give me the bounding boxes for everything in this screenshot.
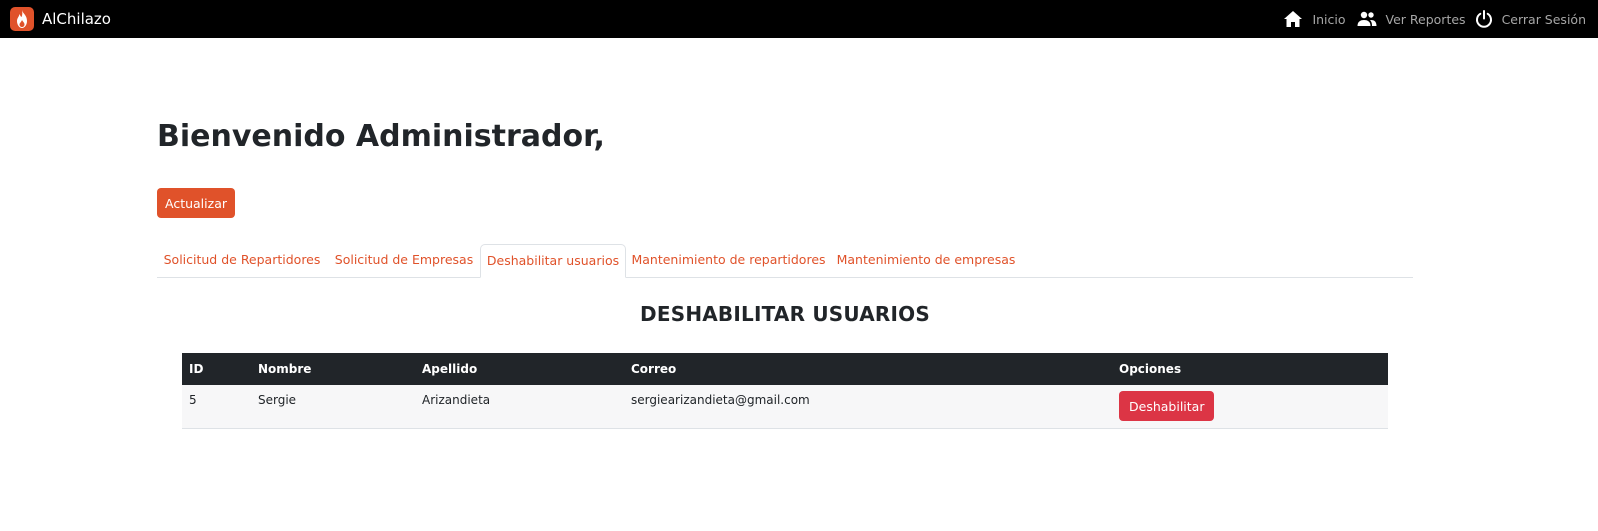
nav-item-ver-reportes[interactable]: Ver Reportes	[1357, 11, 1466, 27]
nav-label-ver-reportes: Ver Reportes	[1385, 11, 1466, 27]
column-header-correo: Correo	[624, 353, 1112, 385]
cell-correo: sergiearizandieta@gmail.com	[624, 385, 1112, 429]
cell-opciones: Deshabilitar	[1112, 385, 1388, 429]
nav-links: Inicio Ver Reportes Cerrar Sesión	[1274, 0, 1586, 38]
section-title: DESHABILITAR USUARIOS	[640, 302, 930, 326]
cell-id: 5	[182, 385, 251, 429]
disable-user-button[interactable]: Deshabilitar	[1119, 391, 1215, 421]
top-navbar: AlChilazo Inicio Ver Reportes Cerrar Ses…	[0, 0, 1598, 38]
nav-item-cerrar-sesion[interactable]: Cerrar Sesión	[1475, 10, 1586, 28]
nav-item-inicio[interactable]: Inicio	[1283, 10, 1346, 28]
power-icon	[1475, 10, 1493, 28]
column-header-nombre: Nombre	[251, 353, 415, 385]
admin-tabs: Solicitud de Repartidores Solicitud de E…	[157, 244, 1413, 278]
tab-mantenimiento-repartidores[interactable]: Mantenimiento de repartidores	[626, 244, 831, 278]
brand-name: AlChilazo	[42, 10, 111, 28]
tab-solicitud-empresas[interactable]: Solicitud de Empresas	[328, 244, 480, 278]
table-row: 5 Sergie Arizandieta sergiearizandieta@g…	[182, 385, 1388, 429]
nav-label-cerrar-sesion: Cerrar Sesión	[1501, 11, 1586, 27]
brand[interactable]: AlChilazo	[10, 4, 111, 34]
home-icon	[1283, 10, 1303, 28]
column-header-opciones: Opciones	[1112, 353, 1388, 385]
nav-label-inicio: Inicio	[1312, 11, 1346, 27]
column-header-apellido: Apellido	[415, 353, 624, 385]
tab-solicitud-repartidores[interactable]: Solicitud de Repartidores	[157, 244, 327, 278]
tab-deshabilitar-usuarios[interactable]: Deshabilitar usuarios	[480, 244, 626, 278]
refresh-button[interactable]: Actualizar	[157, 188, 235, 218]
cell-apellido: Arizandieta	[415, 385, 624, 429]
cell-nombre: Sergie	[251, 385, 415, 429]
people-icon	[1357, 11, 1377, 27]
column-header-id: ID	[182, 353, 251, 385]
flame-logo-icon	[10, 7, 34, 31]
users-table: ID Nombre Apellido Correo Opciones 5 Ser…	[182, 353, 1388, 429]
tab-mantenimiento-empresas[interactable]: Mantenimiento de empresas	[831, 244, 1021, 278]
page-title: Bienvenido Administrador,	[157, 119, 605, 154]
table-header-row: ID Nombre Apellido Correo Opciones	[182, 353, 1388, 385]
